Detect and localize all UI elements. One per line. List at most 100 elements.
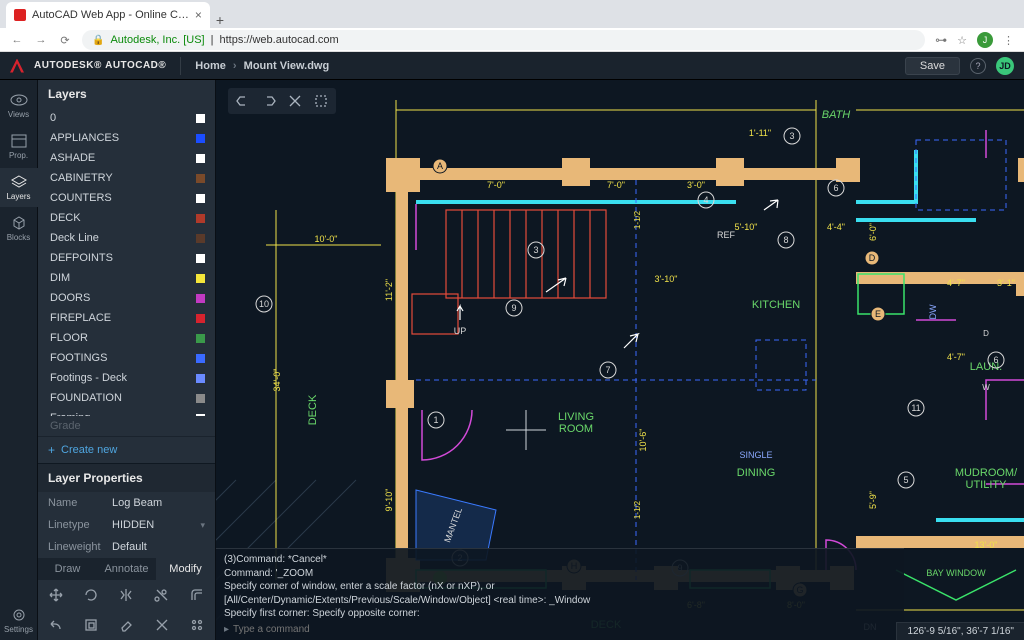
tool-undo[interactable] [38,610,73,640]
svg-text:4'-7": 4'-7" [947,278,965,288]
layer-name: FOUNDATION [50,392,122,404]
svg-text:E: E [875,309,881,319]
tool-explode[interactable] [144,610,179,640]
layer-name: ASHADE [50,152,95,164]
svg-text:DINING: DINING [737,467,776,479]
profile-avatar[interactable]: J [977,32,993,48]
star-icon[interactable]: ☆ [957,34,967,47]
close-tab-icon[interactable]: × [195,8,202,22]
layer-row[interactable]: FLOOR [38,328,215,348]
browser-tab[interactable]: AutoCAD Web App - Online C… × [6,2,210,28]
layer-list[interactable]: 0 APPLIANCES ASHADE CABINETRYCOUNTERSDECK De… [38,108,215,416]
svg-text:1-1/2: 1-1/2 [633,210,642,229]
cmd-history: (3)Command: *Cancel*Command: '_ZOOMSpeci… [224,553,896,621]
svg-text:3'-0": 3'-0" [687,180,705,190]
svg-text:REF: REF [717,230,736,240]
layer-color-swatch [196,354,205,363]
layer-row[interactable]: CABINETRY [38,168,215,188]
svg-text:SINGLE: SINGLE [739,450,772,460]
layer-color-swatch [196,314,205,323]
svg-text:1'-11": 1'-11" [749,128,771,138]
left-rail: Views Prop. Layers Blocks Settings [0,80,38,640]
tool-scale[interactable] [73,610,108,640]
user-avatar[interactable]: JD [996,57,1014,75]
gear-icon [10,607,28,623]
svg-text:3'-1": 3'-1" [997,278,1015,288]
help-icon[interactable]: ? [970,58,986,74]
svg-text:LIVINGROOM: LIVINGROOM [558,411,594,435]
svg-text:5'-10": 5'-10" [735,222,758,232]
tab-modify[interactable]: Modify [156,558,215,580]
svg-text:7'-0": 7'-0" [487,180,505,190]
svg-text:KITCHEN: KITCHEN [752,299,800,311]
layer-row[interactable]: DOORS [38,288,215,308]
address-bar[interactable]: 🔒 Autodesk, Inc. [US] | https://web.auto… [82,30,925,50]
layer-row[interactable]: DEFPOINTS [38,248,215,268]
undo-button[interactable] [231,91,255,111]
tab-draw[interactable]: Draw [38,558,97,580]
layer-color-swatch [196,214,205,223]
rail-blocks[interactable]: Blocks [0,209,38,248]
tool-array[interactable] [180,610,215,640]
tab-annotate[interactable]: Annotate [97,558,156,580]
layer-color-swatch [196,274,205,283]
layer-row[interactable]: FOUNDATION [38,388,215,408]
tool-trim[interactable] [144,580,179,610]
blocks-icon [10,215,28,231]
menu-icon[interactable]: ⋮ [1003,34,1014,47]
reload-icon[interactable]: ⟳ [58,34,72,47]
rail-properties[interactable]: Prop. [0,127,38,166]
svg-text:DW: DW [928,304,938,319]
create-layer-button[interactable]: + Create new [38,436,215,463]
layer-row[interactable]: FOOTINGS [38,348,215,368]
prop-lineweight[interactable]: Lineweight Default [38,536,215,558]
layer-row[interactable]: Footings - Deck [38,368,215,388]
tool-erase[interactable] [109,610,144,640]
snap-button[interactable] [283,91,307,111]
autodesk-logo-icon [10,59,24,73]
layer-row[interactable]: DECK [38,208,215,228]
tool-move[interactable] [38,580,73,610]
newtab-button[interactable]: + [210,12,230,28]
svg-text:6: 6 [993,355,998,365]
layer-row[interactable]: FIREPLACE [38,308,215,328]
url-text: https://web.autocad.com [219,34,338,46]
layer-name: FIREPLACE [50,312,111,324]
back-icon[interactable]: ← [10,34,24,46]
layer-row[interactable]: ASHADE [38,148,215,168]
rail-layers[interactable]: Layers [0,168,38,207]
drawing-canvas-area[interactable]: LIVINGROOM KITCHEN BATH DINING LAUN. MUD… [216,80,1024,640]
layer-row[interactable]: Deck Line [38,228,215,248]
tool-offset[interactable] [180,580,215,610]
layer-row[interactable]: APPLIANCES [38,128,215,148]
svg-text:5: 5 [903,475,908,485]
svg-text:10'-6": 10'-6" [638,429,648,452]
layer-row[interactable]: Framing [38,408,215,416]
layer-name: Deck Line [50,232,99,244]
prompt-icon: ▸ [224,623,229,637]
layer-row[interactable]: DIM [38,268,215,288]
layer-row[interactable]: Grade [38,416,215,436]
redo-button[interactable] [257,91,281,111]
layer-row[interactable]: COUNTERS [38,188,215,208]
layer-color-swatch [196,174,205,183]
rail-views[interactable]: Views [0,86,38,125]
key-icon[interactable]: ⊶ [935,33,947,47]
save-button[interactable]: Save [905,57,960,75]
layer-name: 0 [50,112,56,124]
select-button[interactable] [309,91,333,111]
tool-rotate[interactable] [73,580,108,610]
svg-text:D: D [983,329,989,338]
breadcrumb[interactable]: Home › Mount View.dwg [195,60,329,72]
properties-icon [10,133,28,149]
tab-title: AutoCAD Web App - Online C… [32,9,189,21]
layer-row[interactable]: 0 [38,108,215,128]
layer-name: DOORS [50,292,90,304]
command-input[interactable] [233,624,896,635]
prop-linetype[interactable]: Linetype HIDDEN ▾ [38,514,215,536]
forward-icon[interactable]: → [34,34,48,46]
browser-chrome: AutoCAD Web App - Online C… × + ← → ⟳ 🔒 … [0,0,1024,52]
tool-mirror[interactable] [109,580,144,610]
svg-text:1: 1 [433,415,438,425]
rail-settings[interactable]: Settings [0,601,38,640]
